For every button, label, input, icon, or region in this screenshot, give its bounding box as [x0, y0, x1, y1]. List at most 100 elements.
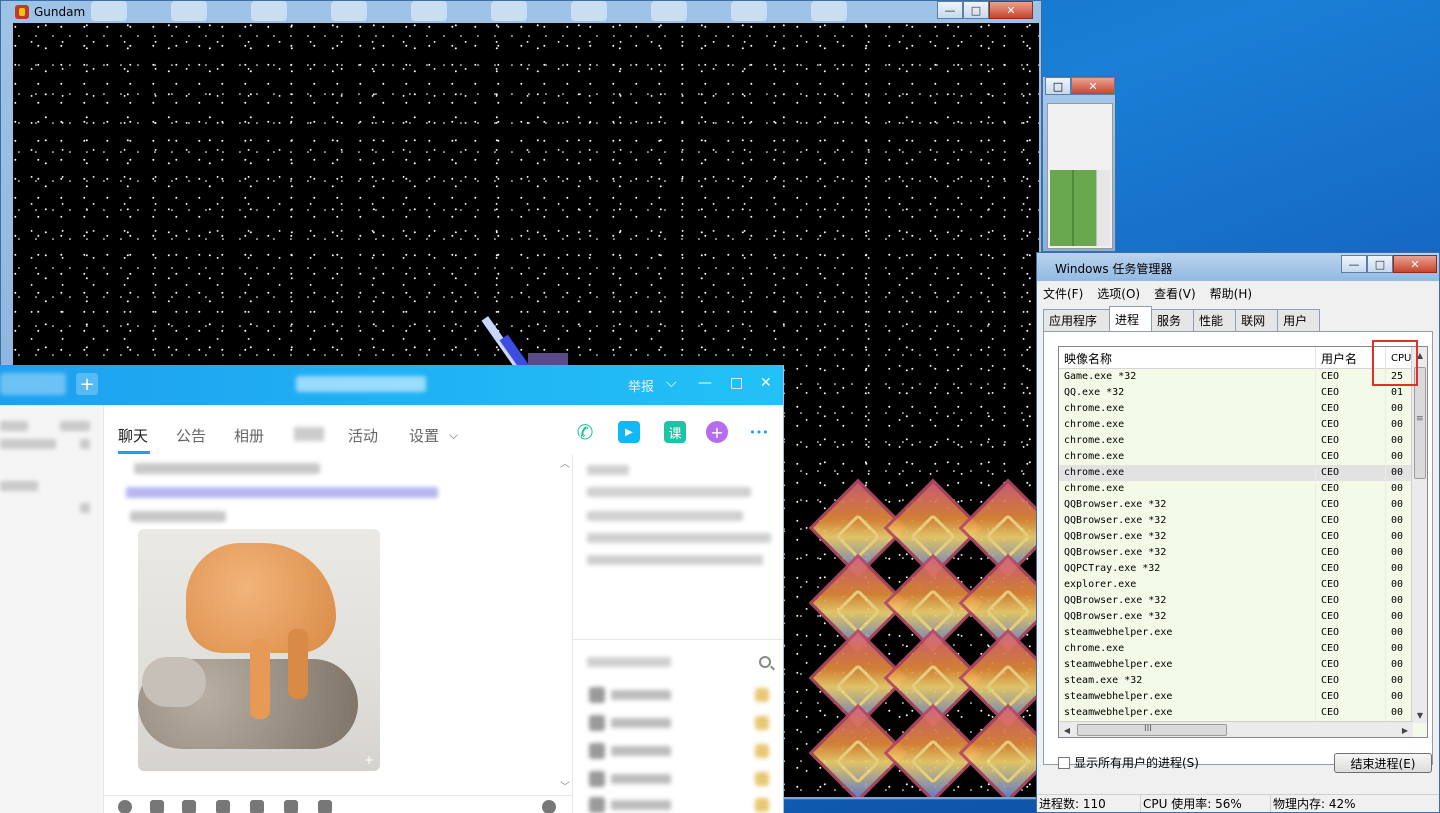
- qq-titlebar[interactable]: + 举报 ⌵ — □ ✕: [0, 365, 783, 405]
- process-row[interactable]: chrome.exe CEO 00: [1059, 433, 1413, 449]
- qq-search-box[interactable]: [0, 373, 66, 395]
- game-maximize-button[interactable]: □: [963, 1, 989, 19]
- process-row[interactable]: chrome.exe CEO 00: [1059, 641, 1413, 657]
- tm-minimize-button[interactable]: —: [1341, 255, 1367, 273]
- process-row[interactable]: steam.exe *32 CEO 00: [1059, 673, 1413, 689]
- game-minimize-button[interactable]: —: [937, 1, 963, 19]
- end-process-button[interactable]: 结束进程(E): [1334, 753, 1432, 773]
- folder-icon[interactable]: [216, 800, 230, 813]
- member-row[interactable]: [589, 687, 769, 703]
- tab-users[interactable]: 用户: [1277, 309, 1321, 331]
- process-cpu: 00: [1391, 515, 1404, 526]
- process-row[interactable]: chrome.exe CEO 00: [1059, 481, 1413, 497]
- process-row[interactable]: QQ.exe *32 CEO 01: [1059, 385, 1413, 401]
- process-row[interactable]: chrome.exe CEO 00: [1059, 401, 1413, 417]
- task-manager-titlebar[interactable]: Windows 任务管理器 — □ ✕: [1037, 253, 1439, 281]
- tab-networking[interactable]: 联网: [1235, 309, 1279, 331]
- cut-icon[interactable]: [182, 800, 196, 813]
- tab-performance[interactable]: 性能: [1193, 309, 1237, 331]
- scroll-right-arrow-icon[interactable]: ▶: [1397, 722, 1413, 737]
- video-call-icon[interactable]: ▶: [618, 421, 640, 443]
- process-row[interactable]: steamwebhelper.exe CEO 00: [1059, 705, 1413, 721]
- red-packet-icon[interactable]: [284, 800, 298, 813]
- menu-view[interactable]: 查看(V): [1154, 285, 1196, 302]
- voice-call-icon[interactable]: ✆: [574, 420, 596, 444]
- lesson-icon[interactable]: 课: [664, 421, 686, 443]
- voice-icon[interactable]: [318, 800, 332, 813]
- report-link[interactable]: 举报: [628, 376, 654, 395]
- tab-chat[interactable]: 聊天: [118, 425, 148, 446]
- app-plus-icon[interactable]: +: [706, 421, 728, 443]
- conversation-item[interactable]: [0, 421, 28, 431]
- column-image-name[interactable]: 映像名称: [1059, 347, 1316, 369]
- bg-window-body: [1047, 103, 1113, 249]
- settings-chevron-down-icon[interactable]: ⌵: [449, 428, 458, 443]
- process-row[interactable]: steamwebhelper.exe CEO 00: [1059, 625, 1413, 641]
- process-row[interactable]: steamwebhelper.exe CEO 00: [1059, 657, 1413, 673]
- game-close-button[interactable]: ✕: [989, 1, 1033, 19]
- process-cpu: 00: [1391, 547, 1404, 558]
- cat-image-message[interactable]: +: [138, 529, 380, 771]
- process-row[interactable]: chrome.exe CEO 00: [1059, 465, 1413, 481]
- process-row[interactable]: QQBrowser.exe *32 CEO 00: [1059, 529, 1413, 545]
- qq-add-button[interactable]: +: [76, 373, 98, 395]
- member-row[interactable]: [589, 771, 769, 787]
- process-row[interactable]: QQBrowser.exe *32 CEO 00: [1059, 513, 1413, 529]
- process-list-hscrollbar[interactable]: ◀ III ▶: [1059, 721, 1413, 737]
- process-row[interactable]: QQPCTray.exe *32 CEO 00: [1059, 561, 1413, 577]
- member-search-icon[interactable]: [759, 656, 771, 668]
- chat-scrollbar[interactable]: ︿ ﹀: [560, 455, 572, 793]
- process-cpu: 00: [1391, 707, 1404, 718]
- bg-scrollbar[interactable]: [1096, 170, 1110, 246]
- qq-minimize-button[interactable]: —: [698, 375, 712, 391]
- qq-dropdown-icon[interactable]: ⌵: [666, 375, 677, 391]
- orange-cat: [186, 543, 336, 653]
- process-cpu: 00: [1391, 483, 1404, 494]
- emoji-icon[interactable]: [118, 800, 132, 813]
- tm-maximize-button[interactable]: □: [1367, 255, 1393, 273]
- process-row[interactable]: chrome.exe CEO 00: [1059, 417, 1413, 433]
- scroll-left-arrow-icon[interactable]: ◀: [1059, 722, 1075, 737]
- process-list-vscrollbar[interactable]: ▲ ≡ ▼: [1411, 347, 1427, 723]
- process-row[interactable]: QQBrowser.exe *32 CEO 00: [1059, 609, 1413, 625]
- process-row[interactable]: Game.exe *32 CEO 25: [1059, 369, 1413, 385]
- chat-scroll-up-icon[interactable]: ︿: [560, 455, 570, 470]
- tab-album[interactable]: 相册: [234, 425, 264, 446]
- conversation-item[interactable]: [0, 481, 38, 491]
- bg-maximize-button[interactable]: □: [1045, 77, 1071, 95]
- menu-file[interactable]: 文件(F): [1043, 285, 1083, 302]
- checkbox-box[interactable]: [1058, 756, 1070, 769]
- process-row[interactable]: QQBrowser.exe *32 CEO 00: [1059, 593, 1413, 609]
- tab-activity[interactable]: 活动: [348, 425, 378, 446]
- member-row[interactable]: [589, 715, 769, 731]
- process-row[interactable]: QQBrowser.exe *32 CEO 00: [1059, 545, 1413, 561]
- tab-services[interactable]: 服务: [1151, 309, 1195, 331]
- tab-announcement[interactable]: 公告: [176, 425, 206, 446]
- image-expand-icon[interactable]: +: [364, 753, 374, 767]
- show-all-users-checkbox[interactable]: 显示所有用户的进程(S): [1058, 754, 1199, 771]
- scroll-down-arrow-icon[interactable]: ▼: [1412, 707, 1427, 723]
- history-icon[interactable]: [542, 800, 556, 813]
- process-row[interactable]: steamwebhelper.exe CEO 00: [1059, 689, 1413, 705]
- tab-applications[interactable]: 应用程序: [1043, 309, 1111, 331]
- more-options-icon[interactable]: •••: [748, 421, 770, 443]
- qq-close-button[interactable]: ✕: [760, 375, 772, 391]
- menu-help[interactable]: 帮助(H): [1210, 285, 1252, 302]
- hscroll-thumb[interactable]: III: [1077, 724, 1227, 736]
- tab-hidden[interactable]: [294, 427, 324, 441]
- qq-maximize-button[interactable]: □: [730, 375, 743, 391]
- member-row[interactable]: [589, 797, 769, 813]
- chat-scroll-down-icon[interactable]: ﹀: [560, 778, 570, 793]
- tm-close-button[interactable]: ✕: [1393, 255, 1437, 273]
- process-row[interactable]: chrome.exe CEO 00: [1059, 449, 1413, 465]
- tab-settings[interactable]: 设置: [409, 425, 439, 446]
- gif-icon[interactable]: [150, 800, 164, 813]
- bg-close-button[interactable]: ✕: [1071, 77, 1115, 95]
- process-row[interactable]: explorer.exe CEO 00: [1059, 577, 1413, 593]
- member-row[interactable]: [589, 743, 769, 759]
- picture-icon[interactable]: [250, 800, 264, 813]
- menu-options[interactable]: 选项(O): [1097, 285, 1140, 302]
- process-name: QQ.exe *32: [1059, 385, 1316, 401]
- process-row[interactable]: QQBrowser.exe *32 CEO 00: [1059, 497, 1413, 513]
- tab-processes[interactable]: 进程: [1109, 306, 1153, 331]
